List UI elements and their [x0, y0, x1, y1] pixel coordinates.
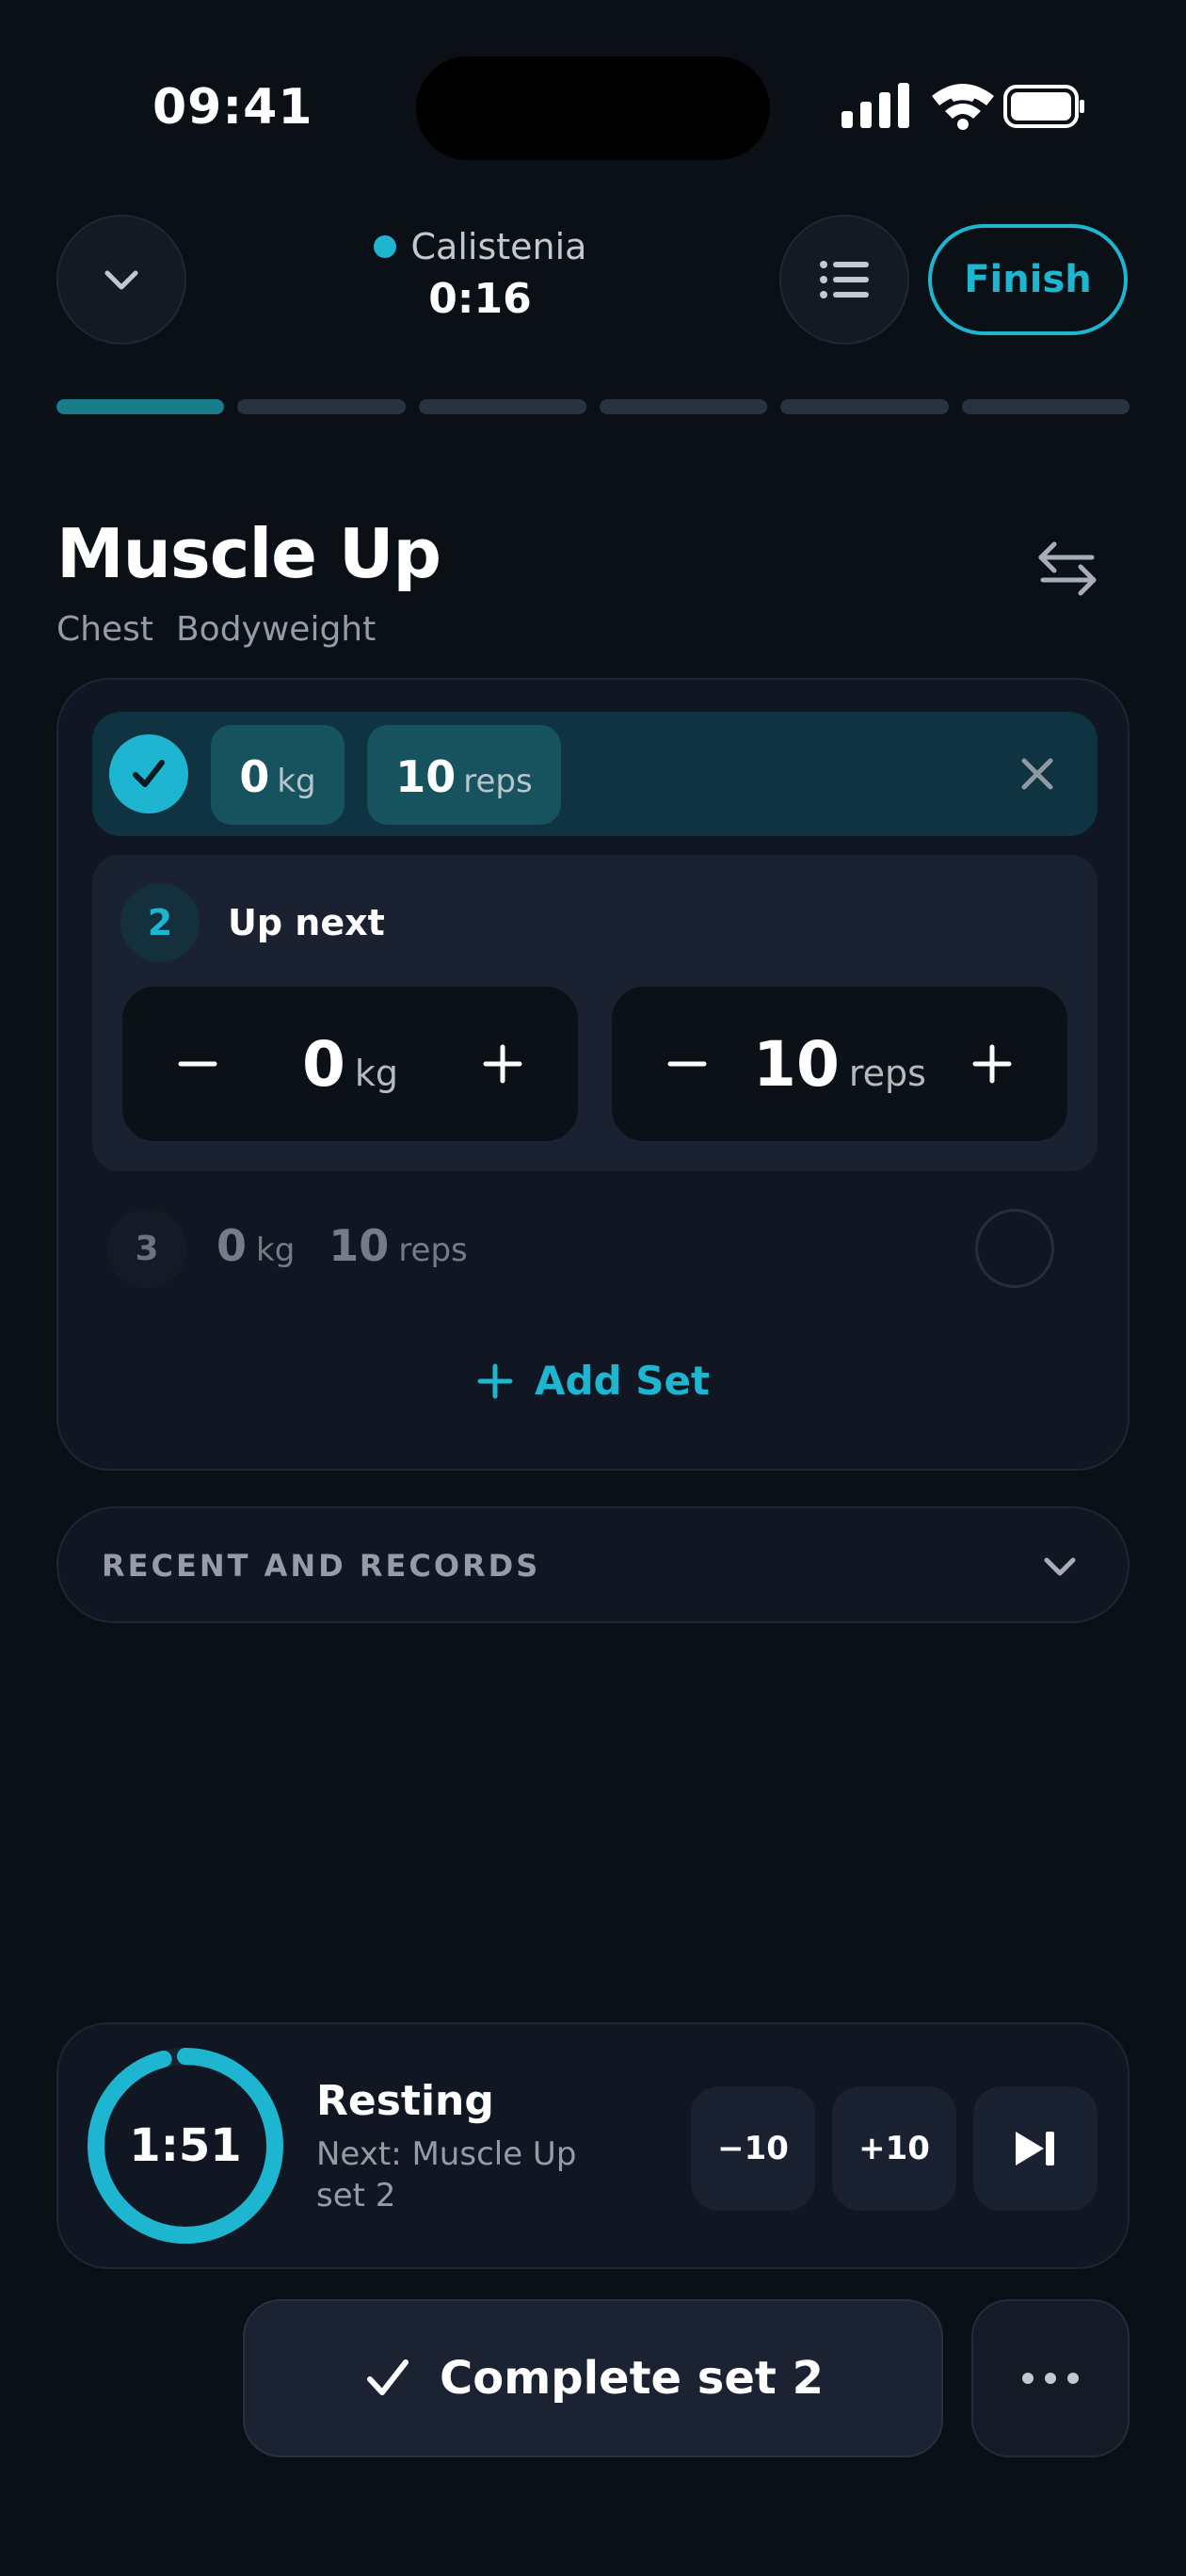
completed-weight-pill[interactable]: 0 kg: [211, 725, 345, 825]
live-dot-icon: [373, 235, 396, 258]
upcoming-weight: 0: [216, 1220, 248, 1271]
completed-weight-unit: kg: [277, 763, 316, 800]
tag-equipment: Bodyweight: [175, 610, 377, 649]
completed-reps-pill[interactable]: 10 reps: [367, 725, 561, 825]
finish-button[interactable]: Finish: [928, 224, 1128, 335]
exercise-title: Muscle Up: [56, 514, 441, 593]
reps-unit: reps: [848, 1052, 926, 1094]
progress-segment: [418, 399, 586, 414]
rest-plus-10-button[interactable]: +10: [832, 2086, 956, 2211]
sets-card: 0 kg 10 reps 2 Up next 0 kg 10 reps 3 0 …: [56, 678, 1130, 1471]
elapsed-time: 0:16: [428, 275, 532, 323]
set-complete-toggle[interactable]: [109, 734, 188, 813]
plus-icon: [483, 1044, 522, 1084]
workout-name: Calistenia: [410, 226, 587, 267]
swap-exercise-icon[interactable]: [1034, 535, 1101, 603]
progress-segment: [237, 399, 406, 414]
progress-segment: [780, 399, 949, 414]
reps-decrement-button[interactable]: [649, 1026, 725, 1102]
tag-muscle: Chest: [56, 610, 153, 649]
completed-reps-unit: reps: [463, 763, 533, 800]
rest-minus-10-button[interactable]: −10: [691, 2086, 815, 2211]
signal-icon: [841, 83, 909, 128]
reps-value[interactable]: 10: [753, 1028, 840, 1101]
more-options-button[interactable]: [971, 2299, 1130, 2457]
check-icon: [367, 2359, 409, 2395]
skip-rest-button[interactable]: [973, 2086, 1098, 2211]
weight-decrement-button[interactable]: [160, 1026, 235, 1102]
collapse-button[interactable]: [56, 215, 186, 345]
records-label: RECENT AND RECORDS: [102, 1548, 541, 1584]
status-icons: [841, 83, 1084, 130]
complete-set-button[interactable]: Complete set 2: [243, 2299, 943, 2457]
exercise-list-button[interactable]: [779, 215, 909, 345]
skip-forward-icon: [1016, 2132, 1054, 2165]
set-number-badge: 2: [120, 883, 200, 962]
completed-weight: 0: [239, 751, 270, 802]
completed-reps: 10: [395, 751, 457, 802]
more-horizontal-icon: [1022, 2373, 1079, 2384]
dynamic-island: [416, 56, 770, 160]
completed-set-row[interactable]: 0 kg 10 reps: [92, 712, 1098, 836]
weight-value[interactable]: 0: [302, 1028, 345, 1101]
weight-stepper: 0 kg: [122, 987, 578, 1141]
rest-next-info: Next: Muscle Up set 2: [316, 2133, 617, 2216]
recent-and-records-toggle[interactable]: RECENT AND RECORDS: [56, 1506, 1130, 1623]
list-icon: [820, 261, 869, 298]
rest-next-exercise: Next: Muscle Up: [316, 2135, 577, 2173]
reps-increment-button[interactable]: [954, 1026, 1030, 1102]
plus-icon: [477, 1363, 513, 1398]
upcoming-reps-unit: reps: [398, 1232, 468, 1269]
workout-header: Calistenia 0:16: [358, 226, 602, 323]
upcoming-set-row[interactable]: 3 0 kg 10 reps: [107, 1201, 1082, 1296]
rest-next-set: set 2: [316, 2177, 396, 2214]
progress-segment: [599, 399, 768, 414]
rest-title: Resting: [316, 2077, 494, 2125]
progress-segment: [961, 399, 1130, 414]
wifi-icon: [932, 84, 994, 130]
chevron-down-icon: [1044, 1557, 1076, 1576]
reps-stepper: 10 reps: [612, 987, 1067, 1141]
set-complete-toggle[interactable]: [975, 1209, 1054, 1288]
upcoming-reps: 10: [329, 1220, 390, 1271]
add-set-button[interactable]: Add Set: [58, 1358, 1128, 1404]
minus-icon: [178, 1061, 217, 1067]
complete-set-label: Complete set 2: [440, 2352, 824, 2405]
close-icon[interactable]: [1015, 751, 1060, 797]
battery-icon: [1003, 85, 1084, 128]
check-icon: [133, 760, 165, 787]
status-time: 09:41: [152, 79, 313, 136]
plus-icon: [972, 1044, 1012, 1084]
set-number-badge: 3: [107, 1209, 186, 1288]
weight-unit: kg: [354, 1052, 399, 1094]
rest-timer-card: 1:51 Resting Next: Muscle Up set 2 −10 +…: [56, 2022, 1130, 2269]
progress-segment: [56, 399, 225, 414]
current-set: 2 Up next 0 kg 10 reps: [92, 855, 1098, 1171]
rest-time: 1:51: [129, 2119, 242, 2172]
workout-progress: [56, 399, 1130, 414]
chevron-down-icon: [104, 270, 138, 290]
upcoming-weight-unit: kg: [256, 1232, 296, 1269]
minus-icon: [667, 1061, 707, 1067]
add-set-label: Add Set: [534, 1358, 711, 1404]
exercise-tags: Chest Bodyweight: [56, 610, 376, 649]
up-next-label: Up next: [228, 902, 385, 943]
weight-increment-button[interactable]: [465, 1026, 540, 1102]
